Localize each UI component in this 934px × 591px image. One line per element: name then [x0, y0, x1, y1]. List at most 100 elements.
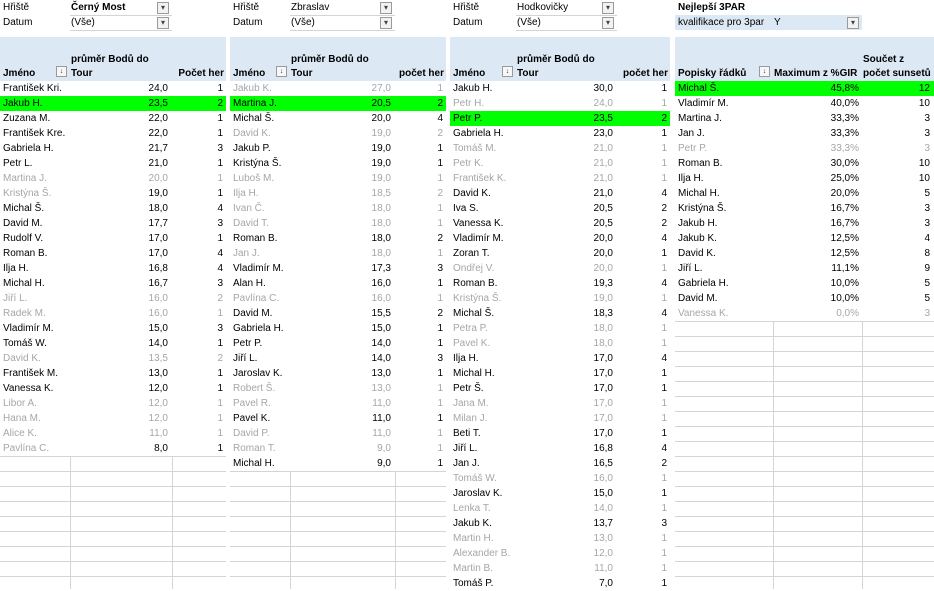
row-value: 20,0 [593, 233, 613, 244]
column-header-sunsets: počet sunsetů [863, 68, 931, 79]
row-value: 0,0% [836, 308, 859, 319]
row-count: 5 [924, 188, 930, 199]
row-value: 18,5 [371, 188, 391, 199]
row-count: 8 [924, 248, 930, 259]
row-count: 3 [924, 218, 930, 229]
row-count: 1 [661, 533, 667, 544]
row-count: 5 [924, 278, 930, 289]
row-value: 24,0 [593, 98, 613, 109]
row-name: David K. [678, 248, 716, 259]
row-count: 4 [661, 188, 667, 199]
row-count: 2 [661, 113, 667, 124]
chevron-down-icon[interactable]: ▾ [157, 17, 169, 29]
row-count: 2 [437, 233, 443, 244]
filter-value-hriste[interactable]: Hodkovičky [517, 0, 597, 15]
row-count: 1 [661, 98, 667, 109]
row-count: 1 [661, 398, 667, 409]
row-count: 12 [918, 83, 930, 94]
row-count: 1 [217, 368, 223, 379]
row-value: 10,0% [830, 278, 859, 289]
row-value: 14,0 [148, 338, 168, 349]
filter-value-datum[interactable]: (Vše) [291, 15, 371, 30]
row-value: 10,0% [830, 293, 859, 304]
row-count: 1 [437, 158, 443, 169]
gridline [675, 411, 934, 412]
sort-filter-icon[interactable]: ↓ [502, 66, 513, 77]
row-count: 1 [437, 173, 443, 184]
row-count: 1 [661, 488, 667, 499]
row-count: 4 [217, 203, 223, 214]
row-value: 21,0 [593, 158, 613, 169]
row-name: Ilja H. [678, 173, 704, 184]
chevron-down-icon[interactable]: ▾ [602, 17, 614, 29]
funnel-dropdown-icon[interactable]: ▾ [847, 17, 859, 29]
filter-value-datum[interactable]: (Vše) [517, 15, 597, 30]
row-count: 1 [437, 278, 443, 289]
row-name: Petr P. [678, 143, 708, 154]
row-value: 11,0 [372, 398, 391, 409]
row-count: 2 [217, 98, 223, 109]
row-count: 3 [437, 263, 443, 274]
row-value: 16,8 [593, 443, 613, 454]
header-measure-top: průměr Bodů do [71, 54, 149, 65]
funnel-dropdown-icon[interactable]: ▾ [380, 2, 392, 14]
column-header-gir: Maximum z %GIR [774, 68, 858, 79]
gridline [675, 396, 934, 397]
row-value: 33,3% [830, 113, 859, 124]
row-count: 1 [217, 173, 223, 184]
row-value: 19,0 [371, 158, 391, 169]
filter-value-datum[interactable]: (Vše) [71, 15, 151, 30]
row-value: 33,3% [830, 143, 859, 154]
sort-filter-icon[interactable]: ↓ [56, 66, 67, 77]
row-value: 12,0 [148, 413, 168, 424]
row-value: 20,0 [371, 113, 391, 124]
row-count: 1 [437, 323, 443, 334]
gridline [675, 366, 934, 367]
funnel-dropdown-icon[interactable]: ▾ [602, 2, 614, 14]
row-value: 33,3% [830, 128, 859, 139]
row-value: 17,0 [593, 428, 613, 439]
chevron-down-icon[interactable]: ▾ [380, 17, 392, 29]
funnel-dropdown-icon[interactable]: ▾ [157, 2, 169, 14]
row-count: 1 [217, 113, 223, 124]
row-count: 1 [217, 338, 223, 349]
row-count: 1 [217, 428, 223, 439]
row-value: 30,0 [593, 83, 613, 94]
row-value: 15,0 [371, 323, 391, 334]
row-value: 17,0 [593, 368, 613, 379]
row-name: Kristýna Š. [678, 203, 727, 214]
sort-filter-icon[interactable]: ↓ [759, 66, 770, 77]
gridline [675, 531, 934, 532]
row-count: 4 [661, 443, 667, 454]
row-count: 1 [661, 83, 667, 94]
row-count: 1 [437, 383, 443, 394]
row-name: Michal Š. [678, 83, 720, 94]
row-value: 20,5 [593, 203, 613, 214]
row-value: 11,1% [831, 263, 859, 274]
filter-label-datum: Datum [3, 17, 33, 28]
row-count: 3 [217, 143, 223, 154]
row-count: 1 [437, 443, 443, 454]
row-count: 3 [217, 278, 223, 289]
gridline [0, 471, 226, 472]
filter-value-hriste[interactable]: Černý Most [71, 0, 151, 15]
gridline [675, 471, 934, 472]
row-count: 1 [661, 128, 667, 139]
row-value: 16,0 [148, 308, 168, 319]
row-count: 10 [918, 98, 930, 109]
row-value: 12,5% [830, 248, 859, 259]
sort-filter-icon[interactable]: ↓ [276, 66, 287, 77]
column-header-name: Jméno [3, 68, 36, 79]
filter-value-hriste[interactable]: Zbraslav [291, 0, 371, 15]
row-value: 16,8 [148, 263, 168, 274]
row-name: Vladimír M. [678, 98, 729, 109]
row-count: 1 [661, 143, 667, 154]
row-count: 2 [217, 353, 223, 364]
filter-value-kvalifikace[interactable]: Y [774, 15, 804, 30]
row-count: 1 [661, 563, 667, 574]
gridline [675, 381, 934, 382]
row-count: 1 [661, 263, 667, 274]
row-value: 13,0 [148, 368, 168, 379]
row-value: 23,5 [148, 98, 168, 109]
row-value: 11,0 [372, 413, 391, 424]
